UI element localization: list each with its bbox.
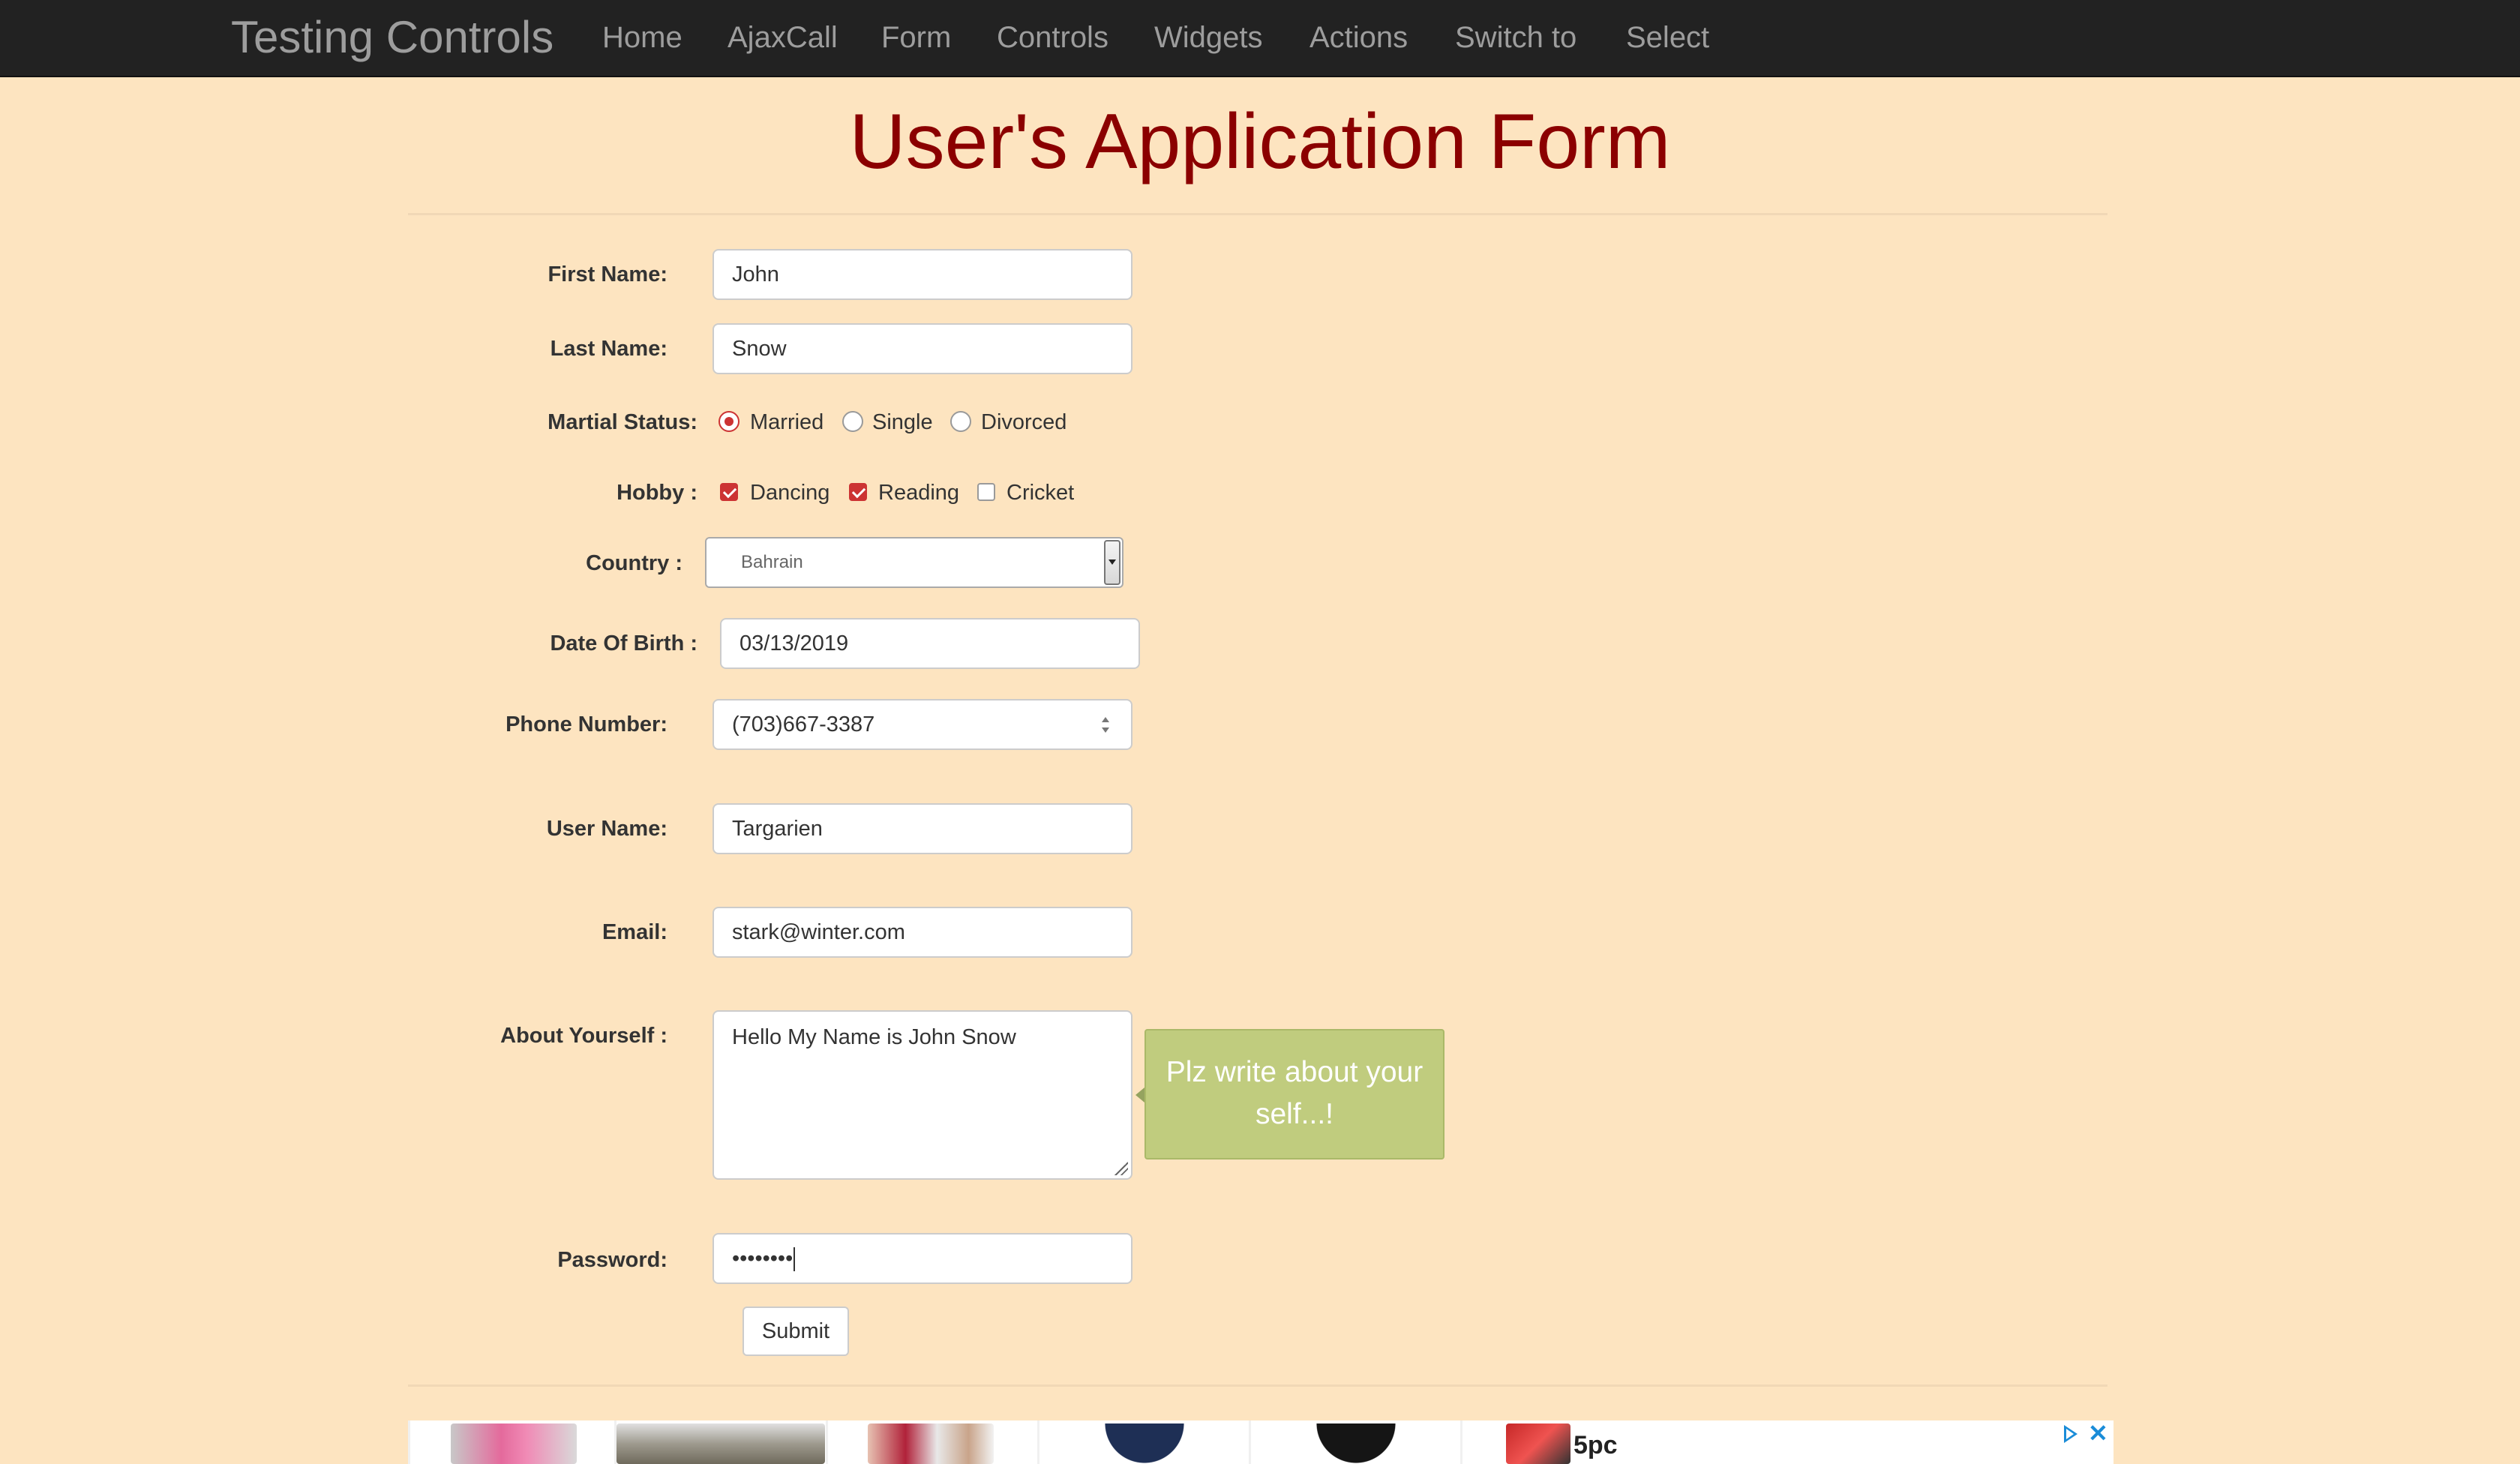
- username-label: User Name:: [546, 817, 668, 841]
- ad-product-tile[interactable]: [1249, 1420, 1462, 1464]
- ad-product-image: [616, 1424, 825, 1464]
- reading-option-label: Reading: [878, 481, 960, 505]
- number-spinner-icon[interactable]: [1101, 716, 1110, 736]
- ad-product-image: [1305, 1424, 1407, 1464]
- resize-grip-icon[interactable]: [1113, 1160, 1128, 1175]
- tooltip-pointer-icon: [1136, 1088, 1144, 1102]
- about-value: Hello My Name is John Snow: [732, 1025, 1016, 1049]
- dob-input[interactable]: 03/13/2019: [720, 618, 1140, 669]
- dropdown-arrow-icon[interactable]: [1104, 540, 1120, 585]
- ad-product-tile[interactable]: [1037, 1420, 1251, 1464]
- password-masked-value: ••••••••: [732, 1246, 794, 1270]
- email-input[interactable]: stark@winter.com: [712, 907, 1132, 958]
- password-input[interactable]: ••••••••: [712, 1233, 1132, 1284]
- country-label: Country :: [586, 551, 682, 575]
- ad-product-tile[interactable]: [408, 1420, 616, 1464]
- ad-product-tile[interactable]: [826, 1420, 1040, 1464]
- navbar-brand[interactable]: Testing Controls: [231, 10, 554, 64]
- about-tooltip: Plz write about your self...!: [1144, 1029, 1444, 1160]
- top-navbar: Testing Controls Home AjaxCall Form Cont…: [0, 0, 2520, 77]
- reading-checkbox[interactable]: [849, 483, 867, 501]
- ad-product-image: [868, 1424, 994, 1464]
- nav-item-select[interactable]: Select: [1626, 18, 1709, 57]
- ad-product-tile[interactable]: [614, 1420, 828, 1464]
- nav-item-form[interactable]: Form: [881, 18, 951, 57]
- page-title: User's Application Form: [849, 98, 1671, 185]
- about-label: About Yourself :: [500, 1024, 668, 1048]
- top-divider: [408, 213, 2108, 215]
- hobby-label: Hobby :: [616, 481, 698, 505]
- dancing-option-label: Dancing: [750, 481, 830, 505]
- married-radio[interactable]: [718, 411, 740, 432]
- adchoices-play-icon[interactable]: [2064, 1425, 2078, 1443]
- phone-label: Phone Number:: [506, 712, 668, 736]
- country-selected-value: Bahrain: [741, 552, 803, 572]
- married-option-label: Married: [750, 410, 824, 434]
- nav-item-actions[interactable]: Actions: [1310, 18, 1408, 57]
- dancing-checkbox[interactable]: [720, 483, 738, 501]
- cricket-checkbox[interactable]: [977, 483, 995, 501]
- email-label: Email:: [602, 920, 668, 944]
- ad-product-image: [1094, 1424, 1196, 1464]
- ad-banner[interactable]: 5pc ✕: [408, 1420, 2114, 1464]
- nav-item-ajaxcall[interactable]: AjaxCall: [728, 18, 838, 57]
- first-name-input[interactable]: John: [712, 249, 1132, 300]
- country-select[interactable]: Bahrain: [705, 537, 1124, 588]
- nav-item-switch-to[interactable]: Switch to: [1455, 18, 1576, 57]
- marital-status-label: Martial Status:: [548, 410, 698, 434]
- divorced-radio[interactable]: [950, 411, 971, 432]
- nav-item-widgets[interactable]: Widgets: [1154, 18, 1263, 57]
- last-name-input[interactable]: Snow: [712, 323, 1132, 374]
- submit-button[interactable]: Submit: [742, 1306, 849, 1356]
- first-name-label: First Name:: [548, 262, 668, 286]
- password-label: Password:: [557, 1248, 668, 1272]
- about-textarea[interactable]: Hello My Name is John Snow: [712, 1010, 1132, 1180]
- last-name-label: Last Name:: [550, 337, 668, 361]
- cricket-option-label: Cricket: [1006, 481, 1075, 505]
- nav-item-home[interactable]: Home: [602, 18, 682, 57]
- single-option-label: Single: [872, 410, 933, 434]
- dob-label: Date Of Birth :: [550, 632, 698, 656]
- phone-input[interactable]: (703)667-3387: [712, 699, 1132, 750]
- divorced-option-label: Divorced: [981, 410, 1067, 434]
- ad-product-tile[interactable]: 5pc: [1460, 1420, 1674, 1464]
- text-caret: [794, 1247, 796, 1272]
- bottom-divider: [408, 1384, 2108, 1387]
- ad-badge: 5pc: [1574, 1431, 1618, 1460]
- username-input[interactable]: Targarien: [712, 803, 1132, 854]
- ad-product-image: [1506, 1424, 1570, 1464]
- nav-item-controls[interactable]: Controls: [997, 18, 1108, 57]
- single-radio[interactable]: [842, 411, 863, 432]
- ad-product-image: [451, 1424, 577, 1464]
- phone-value: (703)667-3387: [732, 712, 875, 736]
- ad-close-icon[interactable]: ✕: [2088, 1420, 2108, 1446]
